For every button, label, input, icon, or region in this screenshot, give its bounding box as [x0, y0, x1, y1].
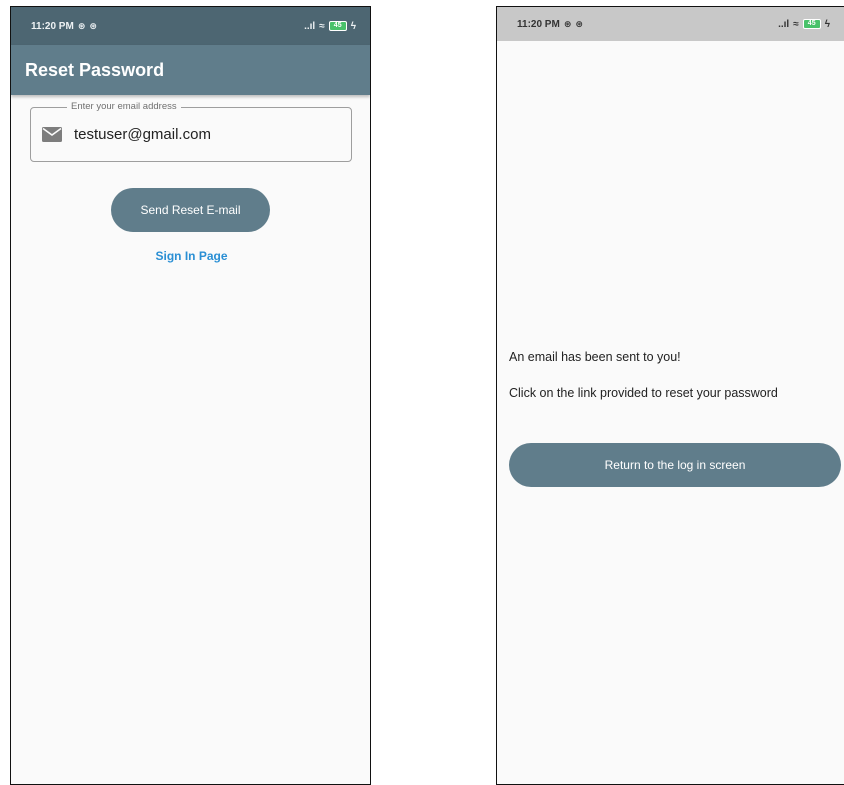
return-to-login-button[interactable]: Return to the log in screen — [509, 443, 841, 487]
signal-icon: ..ıl — [304, 20, 316, 32]
mail-icon — [42, 127, 62, 142]
page-title: Reset Password — [25, 59, 165, 80]
status-time: 11:20 PM — [517, 18, 560, 30]
charging-icon: ϟ — [824, 18, 830, 30]
email-field[interactable]: Enter your email address testuser@gmail.… — [30, 101, 352, 162]
sync-icon: ⊛ — [89, 20, 97, 31]
status-time: 11:20 PM — [31, 20, 74, 32]
signal-icon: ..ıl — [778, 18, 790, 30]
status-bar: 11:20 PM ⊛ ⊛ ..ıl ≈ 45 ϟ — [497, 7, 844, 41]
sync-icon: ⊛ — [77, 20, 86, 31]
wifi-icon: ≈ — [793, 18, 799, 30]
sync-icon: ⊛ — [575, 18, 583, 29]
battery-icon: 45 — [328, 21, 347, 31]
email-sent-screen: 11:20 PM ⊛ ⊛ ..ıl ≈ 45 ϟ An email has be… — [496, 6, 844, 785]
email-field-value[interactable]: testuser@gmail.com — [74, 126, 211, 143]
status-bar: 11:20 PM ⊛ ⊛ ..ıl ≈ 45 ϟ — [11, 7, 370, 45]
reset-instructions-message: Click on the link provided to reset your… — [509, 386, 778, 400]
wifi-icon: ≈ — [319, 20, 325, 32]
email-field-label: Enter your email address — [67, 101, 181, 112]
charging-icon: ϟ — [350, 20, 356, 32]
sync-icon: ⊛ — [563, 18, 572, 29]
sign-in-page-link[interactable]: Sign In Page — [11, 249, 370, 263]
send-reset-email-button[interactable]: Send Reset E-mail — [111, 188, 270, 232]
email-sent-message: An email has been sent to you! — [509, 350, 681, 364]
battery-icon: 45 — [802, 19, 821, 29]
app-bar: Reset Password — [11, 45, 370, 95]
reset-password-screen: 11:20 PM ⊛ ⊛ ..ıl ≈ 45 ϟ Reset Password … — [10, 6, 371, 785]
